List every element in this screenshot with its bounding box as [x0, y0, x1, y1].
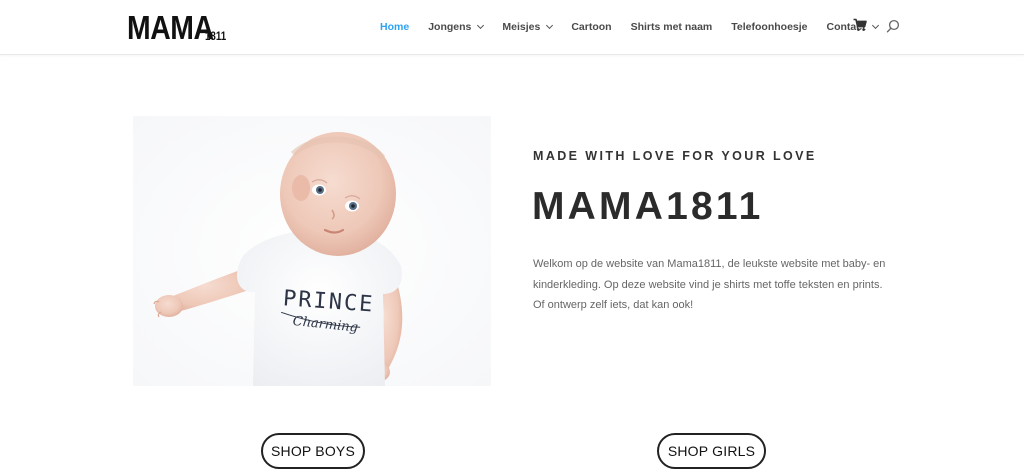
hero-tagline: MADE WITH LOVE FOR YOUR LOVE — [533, 149, 817, 163]
nav-label: Meisjes — [502, 21, 541, 33]
logo-sub-text: 1811 — [205, 31, 227, 43]
baby-illustration: PRINCE Charming — [133, 116, 491, 386]
nav-label: Telefoonhoesje — [731, 21, 808, 33]
shop-girls-button[interactable]: SHOP GIRLS — [657, 433, 766, 469]
nav-item-shirts-met-naam[interactable]: Shirts met naam — [631, 21, 713, 33]
nav-item-meisjes[interactable]: Meisjes — [502, 21, 554, 33]
chevron-down-icon — [546, 21, 554, 30]
chevron-down-icon — [477, 21, 485, 30]
intro-line: Welkom op de website van Mama1811, de le… — [533, 258, 886, 270]
hero-image: PRINCE Charming — [133, 116, 491, 386]
main-nav: Home Jongens Meisjes Cartoon Shirts met … — [380, 0, 897, 54]
shop-boys-button[interactable]: SHOP BOYS — [261, 433, 365, 469]
site-logo[interactable]: MAMA 1811 — [127, 9, 230, 46]
nav-item-cartoon[interactable]: Cartoon — [571, 21, 611, 33]
nav-label: Home — [380, 21, 410, 33]
intro-line: kinderkleding. Op deze website vind je s… — [533, 278, 883, 291]
cart-icon[interactable] — [853, 18, 867, 32]
nav-item-telefoonhoesje[interactable]: Telefoonhoesje — [731, 21, 807, 33]
site-header: MAMA 1811 Home Jongens Meisjes Cartoon S… — [0, 0, 1024, 55]
logo-main-text: MAMA — [127, 9, 214, 46]
nav-label: Cartoon — [571, 21, 612, 33]
nav-item-home[interactable]: Home — [380, 21, 409, 33]
nav-item-jongens[interactable]: Jongens — [428, 21, 485, 33]
nav-label: Jongens — [428, 21, 472, 33]
intro-line: Of ontwerp zelf iets, dat kan ook! — [533, 299, 694, 311]
hero-intro: Welkom op de website van Mama1811, de le… — [533, 254, 903, 316]
search-icon[interactable] — [886, 19, 900, 33]
hero-headline: MAMA1811 — [532, 185, 764, 228]
nav-label: Shirts met naam — [630, 21, 713, 33]
chevron-down-icon — [871, 21, 879, 30]
